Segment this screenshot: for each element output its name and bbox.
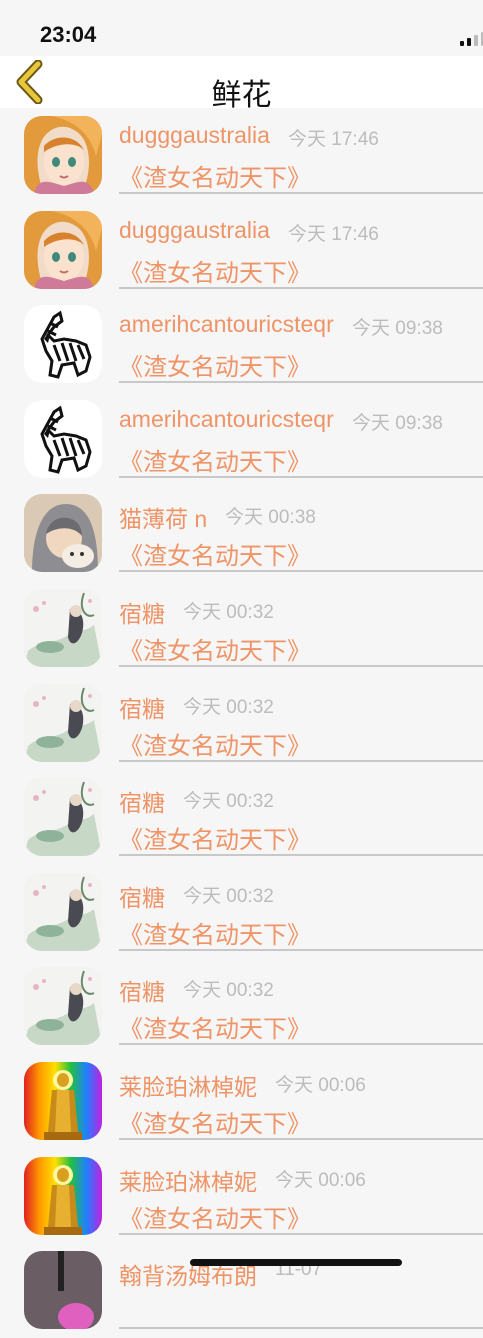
book-title[interactable]: 《渣女名动天下》 bbox=[119, 1104, 311, 1139]
avatar[interactable] bbox=[24, 494, 102, 573]
timestamp: 今天 09:38 bbox=[352, 318, 443, 340]
divider bbox=[119, 854, 483, 857]
avatar[interactable] bbox=[24, 872, 102, 951]
avatar[interactable] bbox=[24, 399, 102, 478]
divider bbox=[119, 948, 483, 951]
sender-name[interactable]: dugggaustralia bbox=[119, 217, 270, 244]
gift-record-list[interactable]: dugggaustralia 今天 17:46 《渣女名动天下》 dugggaustr… bbox=[0, 108, 483, 1338]
sender-name[interactable]: 莱脸珀淋棹妮 bbox=[119, 1068, 257, 1102]
sender-name[interactable]: 宿糖 bbox=[119, 690, 165, 724]
divider bbox=[119, 475, 483, 478]
list-item[interactable]: 翰背汤姆布朗 11-07 bbox=[0, 1243, 483, 1338]
avatar[interactable] bbox=[24, 305, 102, 384]
timestamp: 今天 00:06 bbox=[275, 1074, 366, 1096]
list-item[interactable]: dugggaustralia 今天 17:46 《渣女名动天下》 bbox=[0, 108, 483, 203]
book-title[interactable]: 《渣女名动天下》 bbox=[119, 347, 311, 382]
avatar[interactable] bbox=[24, 1156, 102, 1235]
home-indicator[interactable] bbox=[190, 1259, 402, 1266]
book-title[interactable]: 《渣女名动天下》 bbox=[119, 726, 311, 761]
timestamp: 今天 17:46 bbox=[288, 129, 379, 150]
avatar[interactable] bbox=[24, 683, 102, 762]
book-title[interactable]: 《渣女名动天下》 bbox=[119, 253, 311, 288]
list-item[interactable]: 猫薄荷 n 今天 00:38 《渣女名动天下》 bbox=[0, 486, 483, 581]
divider bbox=[119, 1043, 483, 1046]
timestamp: 今天 00:06 bbox=[275, 1169, 366, 1191]
list-item[interactable]: amerihcantouricsteqr 今天 09:38 《渣女名动天下》 bbox=[0, 297, 483, 392]
timestamp: 今天 00:32 bbox=[183, 791, 274, 813]
list-item[interactable]: 宿糖 今天 00:32 《渣女名动天下》 bbox=[0, 959, 483, 1054]
divider bbox=[119, 1232, 483, 1235]
sender-name[interactable]: 猫薄荷 n bbox=[119, 500, 207, 534]
sender-name[interactable]: 莱脸珀淋棹妮 bbox=[119, 1163, 257, 1197]
divider bbox=[119, 570, 483, 573]
list-item[interactable]: 宿糖 今天 00:32 《渣女名动天下》 bbox=[0, 676, 483, 771]
list-item[interactable]: 宿糖 今天 00:32 《渣女名动天下》 bbox=[0, 770, 483, 865]
timestamp: 今天 00:38 bbox=[225, 507, 316, 529]
list-item[interactable]: 莱脸珀淋棹妮 今天 00:06 《渣女名动天下》 bbox=[0, 1054, 483, 1149]
sender-name[interactable]: 宿糖 bbox=[119, 973, 165, 1007]
avatar[interactable] bbox=[24, 778, 102, 857]
status-bar: 23:04 bbox=[0, 0, 483, 56]
book-title[interactable]: 《渣女名动天下》 bbox=[119, 536, 311, 571]
list-item[interactable]: amerihcantouricsteqr 今天 09:38 《渣女名动天下》 bbox=[0, 392, 483, 487]
sender-name[interactable]: 宿糖 bbox=[119, 595, 165, 629]
list-item[interactable]: 宿糖 今天 00:32 《渣女名动天下》 bbox=[0, 865, 483, 960]
timestamp: 今天 09:38 bbox=[352, 412, 443, 434]
timestamp: 今天 00:32 bbox=[183, 980, 274, 1002]
status-time: 23:04 bbox=[40, 22, 97, 47]
avatar[interactable] bbox=[24, 116, 102, 194]
list-item[interactable]: 莱脸珀淋棹妮 今天 00:06 《渣女名动天下》 bbox=[0, 1149, 483, 1244]
timestamp: 今天 00:32 bbox=[183, 696, 274, 718]
divider bbox=[119, 192, 483, 194]
avatar[interactable] bbox=[24, 210, 102, 289]
signal-icon bbox=[460, 32, 483, 46]
divider bbox=[119, 1327, 483, 1330]
sender-name[interactable]: amerihcantouricsteqr bbox=[119, 406, 334, 433]
book-title[interactable]: 《渣女名动天下》 bbox=[119, 158, 311, 193]
avatar[interactable] bbox=[24, 967, 102, 1046]
divider bbox=[119, 664, 483, 667]
book-title[interactable]: 《渣女名动天下》 bbox=[119, 631, 311, 666]
timestamp: 今天 17:46 bbox=[288, 223, 379, 245]
sender-name[interactable]: 宿糖 bbox=[119, 879, 165, 913]
avatar[interactable] bbox=[24, 588, 102, 667]
book-title[interactable]: 《渣女名动天下》 bbox=[119, 1009, 311, 1044]
timestamp: 今天 00:32 bbox=[183, 601, 274, 623]
divider bbox=[119, 381, 483, 384]
book-title[interactable]: 《渣女名动天下》 bbox=[119, 1199, 311, 1234]
sender-name[interactable]: amerihcantouricsteqr bbox=[119, 311, 334, 338]
avatar[interactable] bbox=[24, 1061, 102, 1140]
divider bbox=[119, 1137, 483, 1140]
sender-name[interactable]: 宿糖 bbox=[119, 784, 165, 818]
timestamp: 今天 00:32 bbox=[183, 885, 274, 907]
book-title[interactable]: 《渣女名动天下》 bbox=[119, 442, 311, 477]
book-title[interactable]: 《渣女名动天下》 bbox=[119, 915, 311, 950]
divider bbox=[119, 286, 483, 289]
book-title[interactable]: 《渣女名动天下》 bbox=[119, 820, 311, 855]
sender-name[interactable]: dugggaustralia bbox=[119, 122, 270, 149]
navigation-bar: 鲜花 bbox=[0, 56, 483, 113]
divider bbox=[119, 759, 483, 762]
list-item[interactable]: 宿糖 今天 00:32 《渣女名动天下》 bbox=[0, 581, 483, 676]
avatar[interactable] bbox=[24, 1251, 102, 1330]
list-item[interactable]: dugggaustralia 今天 17:46 《渣女名动天下》 bbox=[0, 203, 483, 298]
